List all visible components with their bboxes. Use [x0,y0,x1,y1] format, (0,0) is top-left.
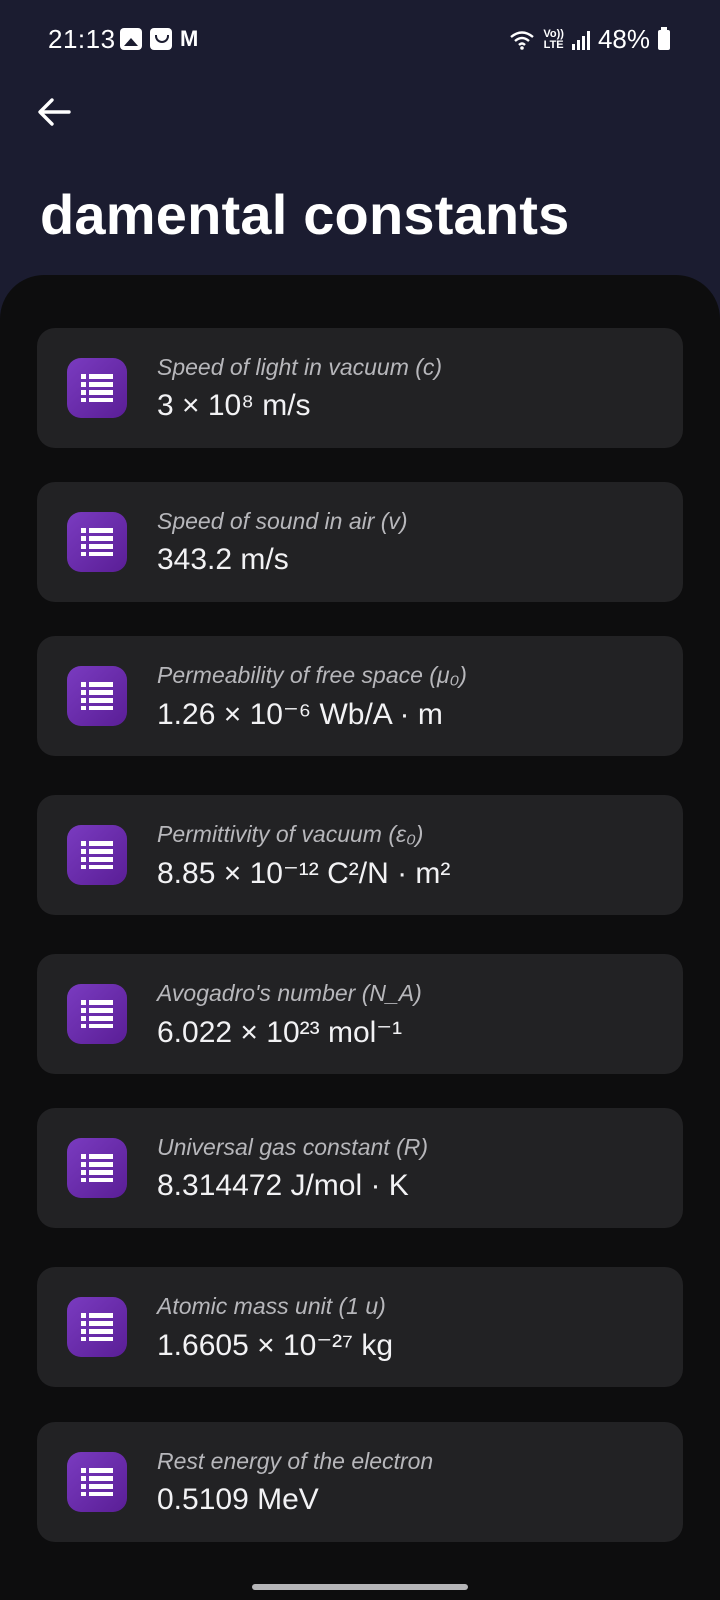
constant-value: 0.5109 MeV [157,1483,319,1516]
constant-value: 1.26 × 10⁻⁶ Wb/A · m [157,698,443,731]
home-indicator[interactable] [252,1584,468,1590]
constant-label: Speed of sound in air (v) [157,508,408,534]
status-bar: 21:13 M Vo)) LTE 48% [0,0,720,80]
constant-value: 1.6605 × 10⁻²⁷ kg [157,1329,394,1362]
list-icon [67,984,127,1044]
list-icon [67,1452,127,1512]
wifi-icon [509,29,535,51]
battery-percent: 48% [597,24,650,54]
status-time: 21:13 [48,24,116,54]
notification-icons: M [120,28,198,50]
constant-value: 3 × 10⁸ m/s [157,389,311,422]
constant-card-permeability[interactable]: Permeability of free space (μ₀) 1.26 × 1… [37,636,683,756]
content-sheet: Speed of light in vacuum (c) 3 × 10⁸ m/s… [0,275,720,1600]
constant-label: Universal gas constant (R) [157,1134,428,1160]
constant-card-atomic-mass-unit[interactable]: Atomic mass unit (1 u) 1.6605 × 10⁻²⁷ kg [37,1267,683,1387]
arrow-left-icon [38,98,71,126]
constant-card-speed-of-sound[interactable]: Speed of sound in air (v) 343.2 m/s [37,482,683,602]
volte-icon: Vo)) LTE [543,27,564,51]
page-title: damental constants [40,183,570,246]
list-icon [67,666,127,726]
list-icon [67,825,127,885]
constant-label: Atomic mass unit (1 u) [157,1293,386,1319]
list-icon [67,358,127,418]
constant-card-speed-of-light[interactable]: Speed of light in vacuum (c) 3 × 10⁸ m/s [37,328,683,448]
constant-label: Permittivity of vacuum (ε₀) [157,821,424,847]
list-icon [67,1297,127,1357]
constant-card-avogadro[interactable]: Avogadro's number (N_A) 6.022 × 10²³ mol… [37,954,683,1074]
system-icons: Vo)) LTE 48% [509,24,670,55]
smile-icon [150,28,172,50]
gallery-icon [120,28,142,50]
constant-card-electron-rest-energy[interactable]: Rest energy of the electron 0.5109 MeV [37,1422,683,1542]
list-icon [67,1138,127,1198]
list-icon [67,512,127,572]
constant-value: 8.85 × 10⁻¹² C²/N · m² [157,857,451,890]
constant-label: Avogadro's number (N_A) [157,980,422,1006]
constant-card-permittivity[interactable]: Permittivity of vacuum (ε₀) 8.85 × 10⁻¹²… [37,795,683,915]
signal-icon [571,30,590,50]
constant-label: Rest energy of the electron [157,1448,434,1474]
battery-icon [658,26,670,50]
constant-value: 8.314472 J/mol · K [157,1169,409,1202]
back-button[interactable] [30,88,78,136]
screen: 21:13 M Vo)) LTE 48% damental constants … [0,0,720,1600]
constant-value: 6.022 × 10²³ mol⁻¹ [157,1016,403,1049]
constant-label: Speed of light in vacuum (c) [157,354,443,380]
constant-value: 343.2 m/s [157,543,289,576]
gmail-icon: M [180,26,199,51]
constant-label: Permeability of free space (μ₀) [157,662,467,688]
constant-card-gas-constant[interactable]: Universal gas constant (R) 8.314472 J/mo… [37,1108,683,1228]
